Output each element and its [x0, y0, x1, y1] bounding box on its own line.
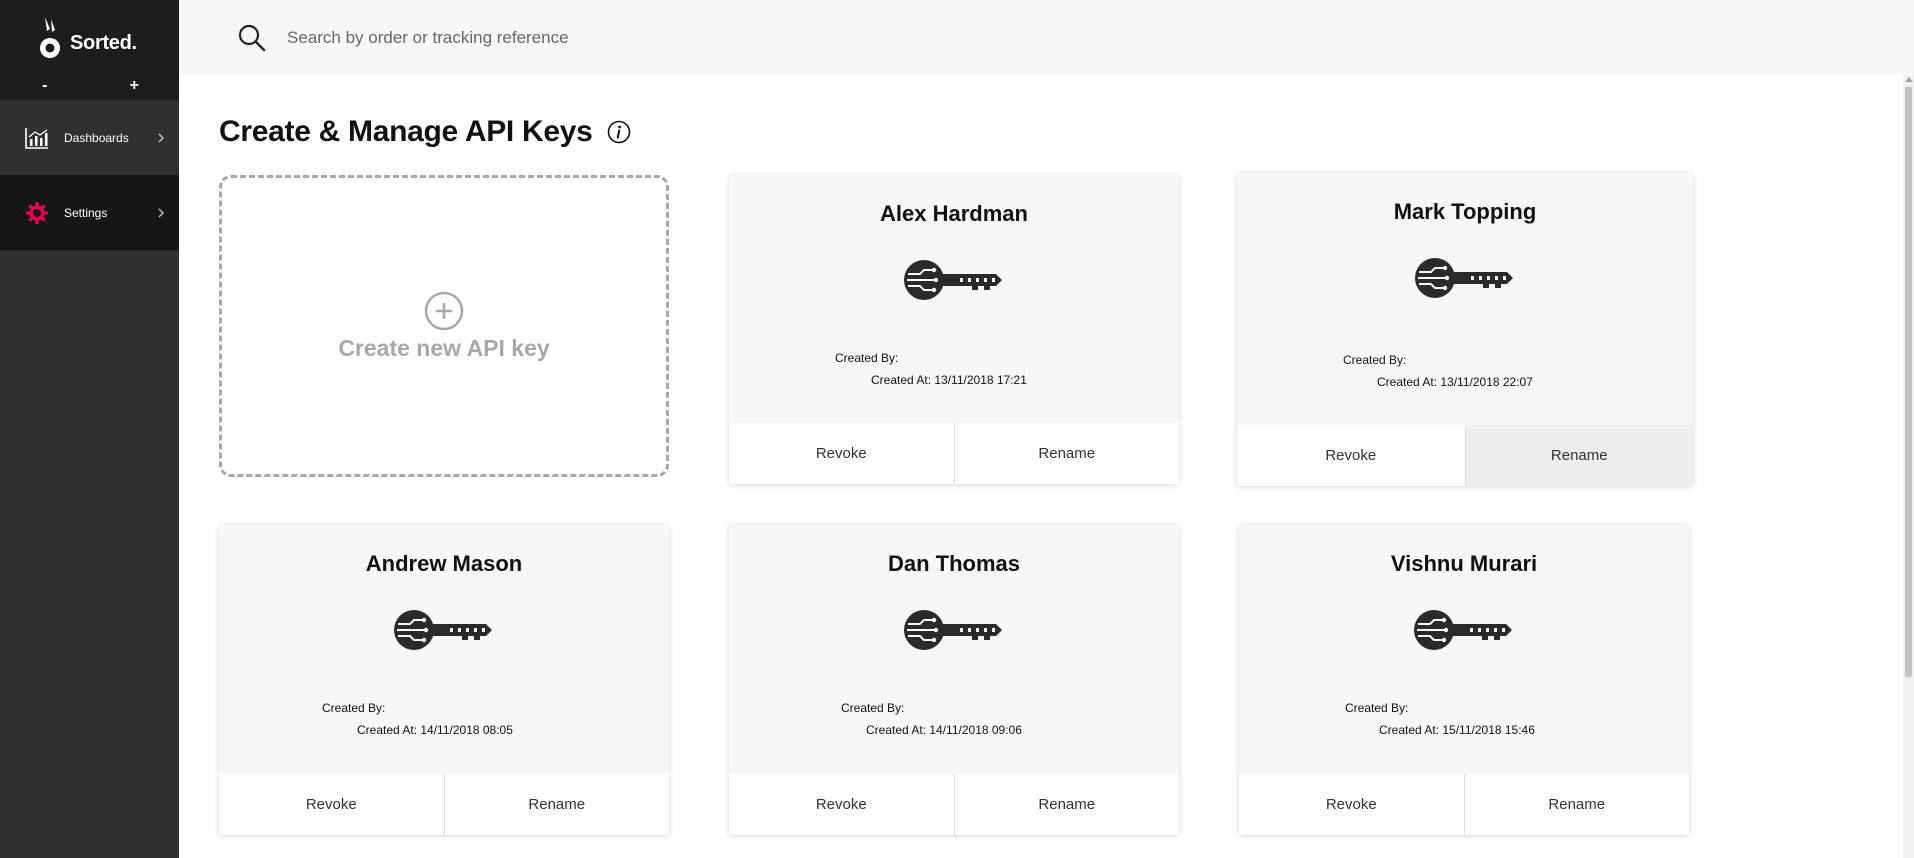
card-actions: Revoke Rename	[219, 774, 669, 835]
revoke-button[interactable]: Revoke	[729, 774, 954, 835]
created-by-label: Created By:	[322, 701, 386, 715]
api-key-name: Andrew Mason	[365, 551, 523, 576]
created-by-label: Created By:	[835, 351, 899, 365]
zoom-out-button[interactable]: -	[0, 75, 90, 100]
created-at-label: Created At: 13/11/2018 17:21	[871, 373, 1027, 387]
created-by-label: Created By:	[841, 701, 905, 715]
api-key-card: Andrew Mason Created By: Created At: 14/…	[219, 525, 669, 835]
search-input[interactable]	[287, 27, 887, 48]
sidebar: Sorted. - + Dashboards Settings	[0, 0, 179, 858]
revoke-button[interactable]: Revoke	[729, 423, 954, 484]
key-icon	[394, 609, 493, 651]
api-key-name: Dan Thomas	[887, 551, 1021, 576]
api-key-name: Vishnu Murari	[1390, 551, 1538, 576]
search-icon[interactable]	[237, 23, 267, 53]
created-at-label: Created At: 13/11/2018 22:07	[1377, 375, 1533, 389]
created-at-label: Created At: 14/11/2018 09:06	[866, 723, 1022, 737]
create-api-key-card[interactable]: Create new API key	[219, 175, 669, 477]
key-icon	[904, 259, 1003, 301]
created-at-label: Created At: 14/11/2018 08:05	[357, 723, 513, 737]
rename-button[interactable]: Rename	[953, 774, 1179, 835]
rename-button[interactable]: Rename	[443, 774, 669, 835]
sidebar-item-dashboards[interactable]: Dashboards	[0, 100, 179, 175]
api-key-name: Mark Topping	[1393, 199, 1537, 224]
gear-icon	[24, 200, 50, 226]
revoke-button[interactable]: Revoke	[1237, 425, 1465, 486]
card-actions: Revoke Rename	[1239, 774, 1689, 835]
scroll-thumb[interactable]	[1905, 87, 1912, 677]
rename-button[interactable]: Rename	[953, 423, 1179, 484]
page-title: Create & Manage API Keys	[219, 115, 631, 149]
sidebar-item-settings[interactable]: Settings	[0, 175, 179, 250]
scrollbar[interactable]	[1903, 75, 1914, 858]
chevron-right-icon	[158, 208, 164, 217]
key-icon	[904, 609, 1003, 651]
search-bar	[179, 0, 1914, 75]
rename-button[interactable]: Rename	[1463, 774, 1689, 835]
card-actions: Revoke Rename	[1237, 425, 1693, 486]
zoom-controls: - +	[0, 75, 179, 100]
created-at-label: Created At: 15/11/2018 15:46	[1379, 723, 1535, 737]
sidebar-item-label: Settings	[64, 205, 108, 220]
api-key-card: Mark Topping Created By: Created At: 13/…	[1237, 173, 1693, 486]
key-icon	[1415, 257, 1514, 299]
plus-circle-icon	[424, 291, 464, 330]
key-icon	[1414, 609, 1513, 651]
page-title-text: Create & Manage API Keys	[219, 115, 593, 148]
logo[interactable]: Sorted.	[0, 0, 179, 75]
created-by-label: Created By:	[1345, 701, 1409, 715]
chevron-right-icon	[158, 133, 164, 142]
created-by-label: Created By:	[1343, 353, 1407, 367]
sidebar-item-label: Dashboards	[64, 130, 129, 145]
api-key-card: Dan Thomas Created By: Created At: 14/11…	[729, 525, 1179, 835]
revoke-button[interactable]: Revoke	[1239, 774, 1464, 835]
api-key-card: Alex Hardman Created By: Created At: 13/…	[729, 175, 1179, 484]
zoom-in-button[interactable]: +	[90, 75, 180, 100]
info-icon[interactable]	[607, 120, 631, 144]
card-actions: Revoke Rename	[729, 774, 1179, 835]
card-actions: Revoke Rename	[729, 423, 1179, 484]
api-key-card: Vishnu Murari Created By: Created At: 15…	[1239, 525, 1689, 835]
sorted-logo-icon	[40, 16, 60, 58]
api-key-name: Alex Hardman	[880, 201, 1028, 226]
brand-name: Sorted.	[70, 32, 137, 54]
bar-chart-icon	[24, 125, 50, 151]
create-api-key-label: Create new API key	[338, 334, 550, 361]
scroll-up-arrow-icon[interactable]	[1905, 77, 1913, 82]
revoke-button[interactable]: Revoke	[219, 774, 444, 835]
rename-button[interactable]: Rename	[1464, 425, 1693, 486]
